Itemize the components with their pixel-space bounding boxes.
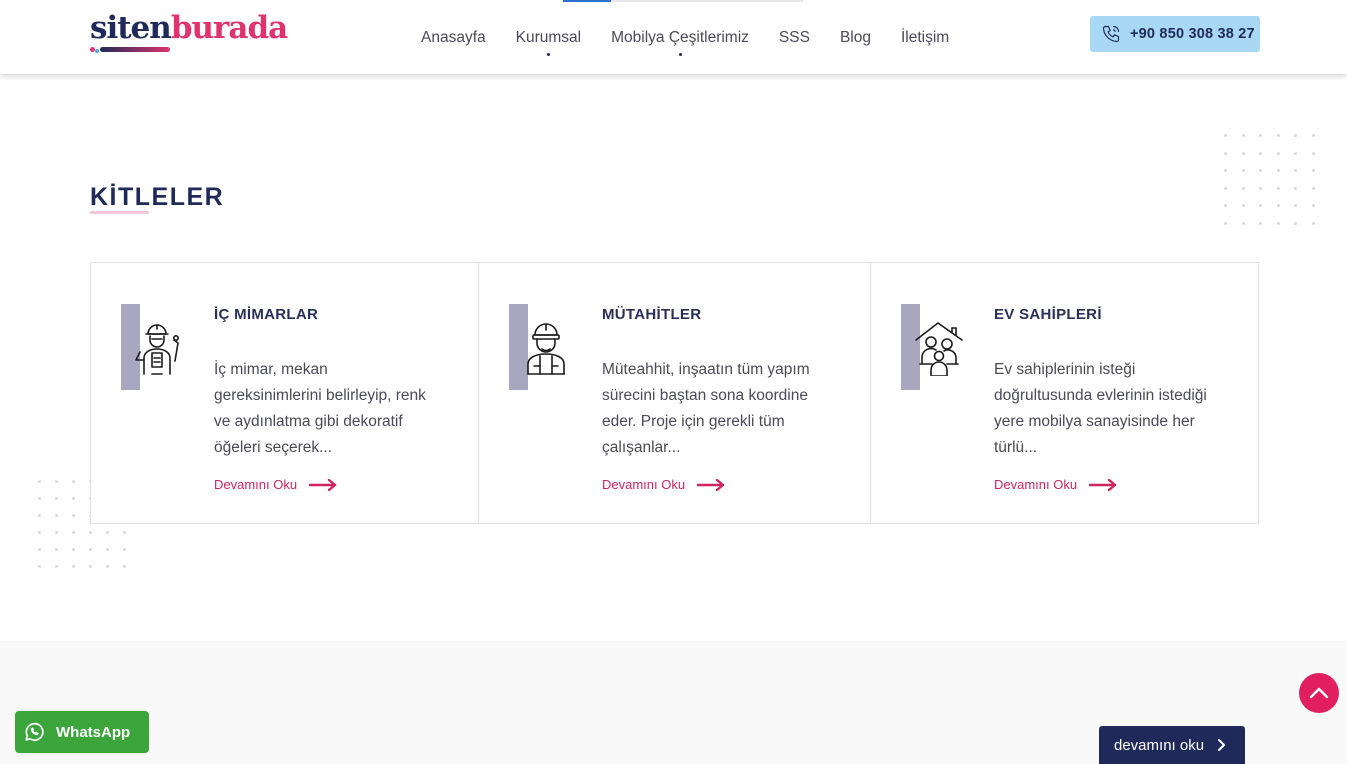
card-title: EV SAHİPLERİ [994,306,1102,323]
whatsapp-icon [25,722,44,741]
main-nav: Anasayfa Kurumsal Mobilya Çeşitlerimiz S… [421,28,979,56]
logo-text: sitenburada [90,8,288,48]
nav-item-anasayfa[interactable]: Anasayfa [421,28,486,50]
read-more-label: Devamını Oku [602,477,686,492]
nav-progress-line [563,0,803,2]
whatsapp-label: WhatsApp [56,723,131,741]
nav-item-iletisim[interactable]: İletişim [901,28,949,50]
arrow-right-icon [1089,478,1117,491]
card-description: Ev sahiplerinin isteği doğrultusunda evl… [994,361,1207,456]
architect-icon [135,324,179,375]
site-logo[interactable]: sitenburada [90,8,295,56]
nav-item-sss[interactable]: SSS [779,28,810,50]
decorative-dots [1224,134,1315,225]
phone-button[interactable]: +90 850 308 38 27 [1090,16,1260,52]
audience-card-ev-sahipleri: EV SAHİPLERİ Ev sahiplerinin isteği doğr… [871,263,1258,523]
read-more-link[interactable]: Devamını Oku [602,477,725,492]
nav-item-label: Anasayfa [421,29,486,46]
logo-text-part2: burada [170,10,288,46]
nav-item-label: SSS [778,29,810,46]
arrow-right-icon [309,478,337,491]
homeowner-family-icon [915,322,963,376]
audience-cards: İÇ MİMARLAR İç mimar, mekan gereksinimle… [90,262,1259,524]
arrow-right-icon [697,478,725,491]
card-description: Müteahhit, inşaatın tüm yapım sürecini b… [602,361,810,456]
card-description: İç mimar, mekan gereksinimlerini belirle… [214,361,426,456]
read-more-link[interactable]: Devamını Oku [994,477,1117,492]
logo-text-part1: siten [90,10,172,46]
card-title: MÜTAHİTLER [602,306,702,323]
logo-dot [95,49,99,53]
card-title: İÇ MİMARLAR [214,306,319,323]
chevron-right-icon [1218,739,1226,751]
read-more-button-label: devamını oku [1114,736,1205,754]
nav-item-kurumsal[interactable]: Kurumsal [515,28,582,56]
whatsapp-button[interactable]: WhatsApp [15,711,149,753]
nav-progress-active [563,0,611,2]
logo-underline [100,47,170,52]
read-more-button[interactable]: devamını oku [1099,726,1245,764]
site-header: sitenburada Anasayfa Kurumsal Mobilya Çe… [0,0,1347,74]
contractor-icon [527,323,565,375]
scroll-to-top-button[interactable] [1299,673,1339,713]
read-more-label: Devamını Oku [214,477,298,492]
phone-number: +90 850 308 38 27 [1130,26,1255,42]
nav-item-blog[interactable]: Blog [840,28,871,50]
nav-item-label: Kurumsal [515,29,582,46]
audience-card-mutahitler: MÜTAHİTLER Müteahhit, inşaatın tüm yapım… [479,263,871,523]
read-more-link[interactable]: Devamını Oku [214,477,337,492]
phone-icon [1102,25,1120,43]
dropdown-indicator-icon [547,53,551,56]
dropdown-indicator-icon [679,53,683,56]
nav-item-label: Mobilya Çeşitlerimiz [611,29,749,46]
nav-item-mobilya-cesitlerimiz[interactable]: Mobilya Çeşitlerimiz [611,28,749,56]
audience-card-ic-mimarlar: İÇ MİMARLAR İç mimar, mekan gereksinimle… [91,263,479,523]
nav-item-label: İletişim [900,29,950,46]
nav-item-label: Blog [839,29,871,46]
section-title-underline [90,211,149,214]
chevron-up-icon [1309,687,1329,699]
section-title: KİTLELER [90,183,225,211]
read-more-label: Devamını Oku [994,477,1078,492]
